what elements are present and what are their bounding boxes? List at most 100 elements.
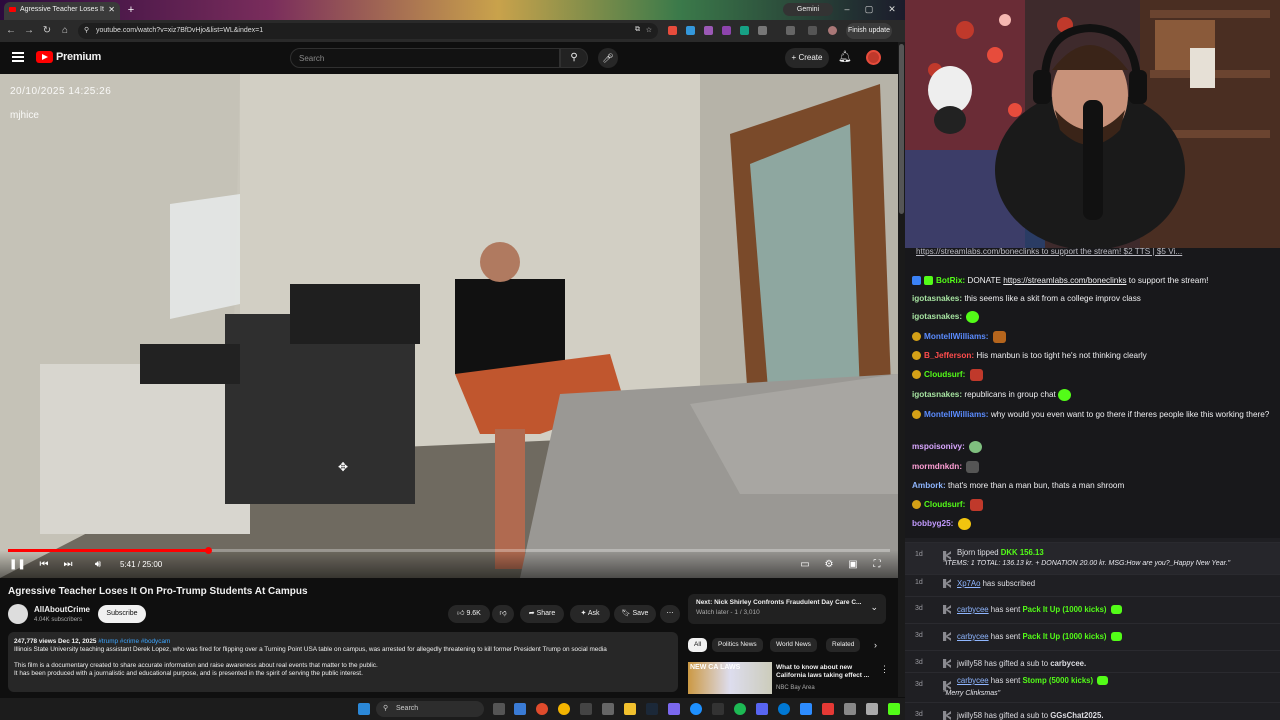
event-user[interactable]: jwilly58 <box>957 659 982 668</box>
scrollbar-thumb[interactable] <box>899 44 904 214</box>
chat-username[interactable]: bobbyg25 <box>912 519 951 528</box>
spotify-icon[interactable] <box>734 703 746 715</box>
next-button[interactable]: ⏭︎ <box>61 558 75 572</box>
share-button[interactable]: ➦ Share <box>520 605 564 623</box>
chat-username[interactable]: MontellWilliams <box>924 410 986 419</box>
chevron-down-icon[interactable]: ⌄ <box>870 602 878 613</box>
chat-username[interactable]: Cloudsurf <box>924 500 963 509</box>
app-icon[interactable] <box>866 703 878 715</box>
video-player[interactable]: 20/10/2025 14:25:26 mjhice ✥ <box>0 74 898 578</box>
save-button[interactable]: 🔖︎ Save <box>614 605 656 623</box>
youtube-logo-icon[interactable] <box>36 51 53 63</box>
reload-icon[interactable]: ↻ <box>40 24 54 38</box>
volume-button[interactable]: 🔊︎ <box>91 558 105 572</box>
search-button[interactable]: ⚲ <box>560 48 588 68</box>
app-icon[interactable] <box>580 703 592 715</box>
chat-username[interactable]: igotasnakes <box>912 390 959 399</box>
new-tab-button[interactable]: + <box>124 4 138 16</box>
chat-username[interactable]: B_Jefferson <box>924 351 971 360</box>
event-user[interactable]: jwilly58 <box>957 711 982 720</box>
extension-icon[interactable] <box>668 26 677 35</box>
playlist-next-box[interactable]: Next: Nick Shirley Confronts Fraudulent … <box>688 594 886 624</box>
back-icon[interactable]: ← <box>4 24 18 38</box>
app-icon[interactable] <box>668 703 680 715</box>
chip-politics-news[interactable]: Politics News <box>712 638 763 652</box>
captions-button[interactable]: ▭ <box>798 558 812 572</box>
hamburger-menu-icon[interactable] <box>12 52 24 62</box>
profile-avatar-icon[interactable] <box>828 26 837 35</box>
logo-text[interactable]: Premium <box>56 51 101 63</box>
channel-avatar[interactable] <box>8 604 28 624</box>
extension-icon[interactable] <box>686 26 695 35</box>
steam-icon[interactable] <box>646 703 658 715</box>
obs-icon[interactable] <box>712 703 724 715</box>
chevron-right-icon[interactable]: › <box>874 640 877 650</box>
maximize-button[interactable]: ▢ <box>862 3 876 16</box>
app-icon[interactable] <box>756 703 768 715</box>
event-user[interactable]: carbycee <box>957 632 989 641</box>
map-pin-icon[interactable] <box>822 703 834 715</box>
event-user[interactable]: carbycee <box>957 605 989 614</box>
event-user[interactable]: Xp7Ao <box>957 579 980 588</box>
forward-icon[interactable]: → <box>22 24 36 38</box>
more-actions-button[interactable]: ⋯ <box>660 605 680 623</box>
dislike-button[interactable]: 👎︎ <box>492 605 514 623</box>
description-box[interactable]: 247,778 views Dec 12, 2025 #trump #crime… <box>8 632 678 692</box>
more-vert-icon[interactable]: ⋮ <box>880 664 889 675</box>
chrome-icon[interactable] <box>558 703 570 715</box>
finish-update-button[interactable]: Finish update <box>846 23 892 39</box>
app-icon[interactable] <box>690 703 702 715</box>
chip-world-news[interactable]: World News <box>770 638 817 652</box>
chat-username[interactable]: Ambork <box>912 481 943 490</box>
app-icon[interactable] <box>778 703 790 715</box>
site-info-icon[interactable]: ⚲ <box>84 26 89 34</box>
recommended-title[interactable]: What to know about new California laws t… <box>776 664 876 680</box>
side-panel-icon[interactable] <box>786 26 795 35</box>
task-view-icon[interactable] <box>493 703 505 715</box>
app-icon[interactable] <box>602 703 614 715</box>
kick-icon[interactable] <box>888 703 900 715</box>
like-button[interactable]: 👍︎ 9.6K <box>448 605 490 623</box>
chip-all[interactable]: All <box>688 638 708 652</box>
progress-bar[interactable] <box>8 549 890 552</box>
account-avatar[interactable] <box>866 50 881 65</box>
chat-username[interactable]: MontellWilliams <box>924 332 986 341</box>
recommended-source[interactable]: NBC Bay Area <box>776 685 815 691</box>
install-icon[interactable]: ⧉ <box>635 26 640 34</box>
create-button[interactable]: + Create <box>785 48 829 68</box>
hashtags[interactable]: #trump #crime #bodycam <box>98 638 170 645</box>
voice-search-button[interactable]: 🎤︎ <box>598 48 618 68</box>
chat-username[interactable]: mspoisonivy <box>912 442 962 451</box>
pause-button[interactable]: ❚❚ <box>9 558 26 572</box>
extension-icon[interactable] <box>740 26 749 35</box>
app-icon[interactable] <box>514 703 526 715</box>
chrome-icon[interactable] <box>536 703 548 715</box>
home-icon[interactable]: ⌂ <box>58 24 72 38</box>
bookmark-star-icon[interactable]: ☆ <box>646 26 652 34</box>
chip-related[interactable]: Related <box>826 638 861 652</box>
app-icon[interactable] <box>800 703 812 715</box>
windows-start-icon[interactable] <box>358 703 370 715</box>
extension-icon[interactable] <box>722 26 731 35</box>
banner-text[interactable]: https://streamlabs.com/boneclinks to sup… <box>916 248 1182 256</box>
chat-username[interactable]: igotasnakes <box>912 294 959 303</box>
subscribe-button[interactable]: Subscribe <box>98 605 146 623</box>
profile-icon[interactable] <box>808 26 817 35</box>
ask-button[interactable]: ✦ Ask <box>570 605 610 623</box>
fullscreen-button[interactable]: ⛶ <box>870 558 884 572</box>
browser-tab-active[interactable]: Agressive Teacher Loses It ✕ <box>4 2 120 20</box>
taskbar-search[interactable]: ⚲ Search <box>376 701 484 717</box>
chat-username[interactable]: igotasnakes <box>912 312 959 321</box>
chat-link[interactable]: https://streamlabs.com/boneclinks <box>1003 276 1126 285</box>
extensions-puzzle-icon[interactable] <box>758 26 767 35</box>
gemini-button[interactable]: Gemini <box>783 3 833 16</box>
settings-button[interactable]: ⚙ <box>822 558 836 572</box>
page-scrollbar[interactable] <box>898 42 905 697</box>
event-user[interactable]: Bjorn <box>957 548 975 557</box>
channel-name[interactable]: AllAboutCrime <box>34 605 90 614</box>
file-explorer-icon[interactable] <box>624 703 636 715</box>
chat-username[interactable]: Cloudsurf <box>924 370 963 379</box>
miniplayer-button[interactable]: ▣ <box>846 558 860 572</box>
minimize-button[interactable]: – <box>840 3 854 16</box>
close-window-button[interactable]: ✕ <box>885 3 899 16</box>
